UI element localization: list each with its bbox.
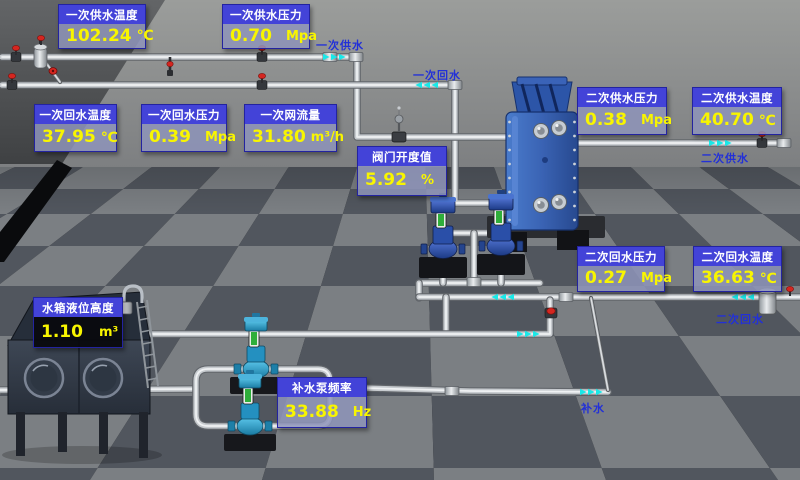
value-number: 1.10 — [41, 324, 83, 341]
value-unit: Mpa — [641, 272, 672, 285]
value-number: 37.95 — [42, 129, 96, 146]
panel-title: 二次回水温度 — [694, 247, 781, 266]
tank-level-panel: 水箱液位高度 1.10 m³ — [33, 297, 123, 348]
panel-value: 0.70Mpa — [223, 24, 309, 48]
value-unit: Hz — [353, 406, 371, 419]
makeup-pump-freq-panel: 补水泵频率33.88Hz — [277, 377, 367, 428]
panel-title: 水箱液位高度 — [34, 298, 122, 317]
secondary-return-pressure-panel: 二次回水压力0.27Mpa — [577, 246, 665, 292]
data-panels-overlay: 一次供水温度102.24℃一次供水压力0.70Mpa一次回水温度37.95℃一次… — [0, 0, 800, 480]
value-number: 0.27 — [585, 270, 627, 287]
value-number: 0.39 — [149, 129, 191, 146]
value-unit: m³ — [99, 326, 118, 339]
panel-title: 一次网流量 — [245, 105, 336, 124]
primary-return-temp-panel: 一次回水温度 37.95 ℃ — [34, 104, 117, 152]
panel-title: 二次供水压力 — [578, 88, 666, 107]
value-unit: Mpa — [286, 30, 317, 43]
panel-title: 二次供水温度 — [693, 88, 781, 107]
panel-value: 40.70 ℃ — [693, 107, 781, 134]
value-number: 102.24 — [66, 28, 132, 45]
pipe-label-makeup-water: 补水 — [581, 400, 605, 416]
panel-title: 二次回水压力 — [578, 247, 664, 266]
primary-supply-pressure-panel: 一次供水压力0.70Mpa — [222, 4, 310, 49]
value-number: 0.70 — [230, 28, 272, 45]
panel-title: 一次供水压力 — [223, 5, 309, 24]
panel-title: 一次回水温度 — [35, 105, 116, 124]
panel-value: 0.39Mpa — [142, 124, 226, 151]
pipe-label-secondary-return: 二次回水 — [716, 311, 764, 327]
panel-title: 阀门开度值 — [358, 147, 446, 166]
panel-title: 一次供水温度 — [59, 5, 145, 24]
secondary-supply-temp-panel: 二次供水温度 40.70 ℃ — [692, 87, 782, 135]
primary-network-flow-panel: 一次网流量31.80m³/h — [244, 104, 337, 152]
value-unit: ℃ — [760, 272, 777, 286]
value-unit: Mpa — [205, 131, 236, 144]
panel-value: 102.24℃ — [59, 24, 145, 48]
panel-value: 0.27Mpa — [578, 266, 664, 291]
panel-value: 1.10 m³ — [34, 317, 122, 347]
value-unit: Mpa — [641, 114, 672, 127]
secondary-supply-pressure-panel: 二次供水压力0.38Mpa — [577, 87, 667, 135]
panel-title: 补水泵频率 — [278, 378, 366, 397]
panel-value: 37.95 ℃ — [35, 124, 116, 151]
panel-title: 一次回水压力 — [142, 105, 226, 124]
hmi-heat-exchange-station: 一次供水温度102.24℃一次供水压力0.70Mpa一次回水温度37.95℃一次… — [0, 0, 800, 480]
value-number: 36.63 — [701, 270, 755, 287]
primary-return-pressure-panel: 一次回水压力0.39Mpa — [141, 104, 227, 152]
value-number: 5.92 — [365, 172, 407, 189]
pipe-label-primary-return: 一次回水 — [413, 67, 461, 83]
panel-value: 0.38Mpa — [578, 107, 666, 134]
value-unit: ℃ — [759, 114, 776, 128]
value-number: 0.38 — [585, 112, 627, 129]
secondary-return-temp-panel: 二次回水温度 36.63 ℃ — [693, 246, 782, 292]
pipe-label-secondary-supply: 二次供水 — [701, 150, 749, 166]
value-unit: ℃ — [137, 29, 154, 43]
primary-supply-temp-panel: 一次供水温度102.24℃ — [58, 4, 146, 49]
value-number: 31.80 — [252, 129, 306, 146]
value-number: 33.88 — [285, 404, 339, 421]
value-unit: m³/h — [311, 131, 344, 144]
panel-value: 33.88Hz — [278, 397, 366, 427]
panel-value: 36.63 ℃ — [694, 266, 781, 291]
value-unit: ℃ — [101, 131, 118, 145]
value-number: 40.70 — [700, 112, 754, 129]
pipe-label-primary-supply: 一次供水 — [316, 37, 364, 53]
panel-value: 31.80m³/h — [245, 124, 336, 151]
value-unit: % — [421, 174, 434, 187]
panel-value: 5.92% — [358, 166, 446, 195]
valve-opening-panel: 阀门开度值5.92% — [357, 146, 447, 196]
